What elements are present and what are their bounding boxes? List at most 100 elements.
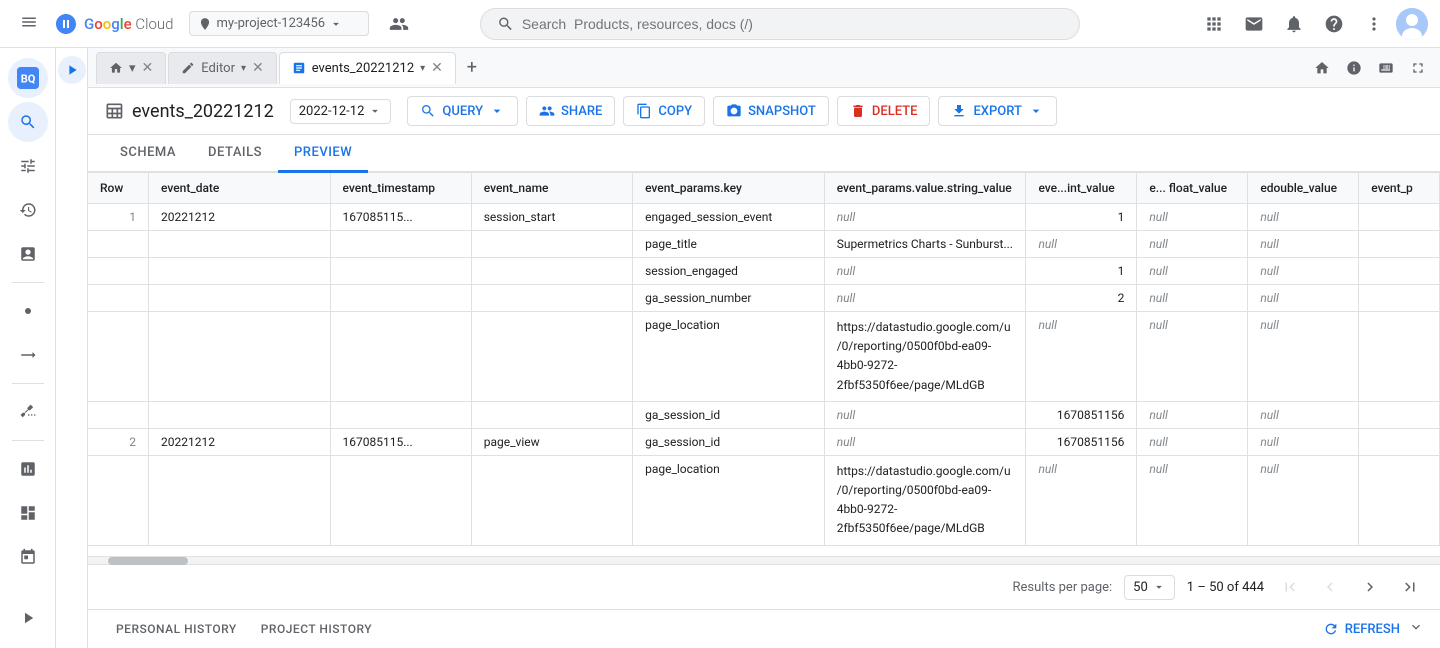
- cell-double-value: null: [1248, 428, 1359, 455]
- col-event-date: event_date: [149, 173, 331, 204]
- share-label: SHARE: [561, 104, 602, 119]
- tab-keyboard-btn[interactable]: [1372, 54, 1400, 82]
- tab-editor-close[interactable]: ✕: [252, 61, 264, 75]
- cell-event-date: 20221212: [149, 428, 331, 455]
- table-area[interactable]: Row event_date event_timestamp event_nam…: [88, 173, 1440, 556]
- sidebar-search-icon[interactable]: [8, 102, 48, 142]
- export-button[interactable]: EXPORT: [938, 96, 1056, 126]
- cell-event-timestamp: [330, 312, 471, 402]
- col-edouble-value: edouble_value: [1248, 173, 1359, 204]
- cell-row-num: 1: [88, 204, 149, 231]
- menu-icon[interactable]: [12, 4, 46, 44]
- search-input[interactable]: [522, 16, 1063, 32]
- tab-home[interactable]: ▾ ✕: [96, 52, 166, 84]
- tab-events-close[interactable]: ✕: [431, 61, 443, 75]
- col-e-float-value: e... float_value: [1137, 173, 1248, 204]
- sidebar-dashboard-icon[interactable]: [8, 493, 48, 533]
- horizontal-scroll-thumb[interactable]: [108, 557, 188, 565]
- sidebar-wrench-icon[interactable]: [8, 392, 48, 432]
- copy-button[interactable]: COPY: [623, 96, 705, 126]
- delete-button[interactable]: DELETE: [837, 96, 931, 126]
- personal-history-tab[interactable]: PERSONAL HISTORY: [104, 618, 249, 640]
- tab-details[interactable]: DETAILS: [192, 135, 278, 173]
- sidebar-sliders-icon[interactable]: [8, 146, 48, 186]
- cell-int-value: 2: [1026, 285, 1137, 312]
- sidebar-history-icon[interactable]: [8, 190, 48, 230]
- cell-string-value: null: [824, 258, 1026, 285]
- cell-event-p: [1359, 401, 1440, 428]
- tab-editor[interactable]: Editor ▾ ✕: [168, 52, 276, 84]
- cell-params-key: ga_session_number: [633, 285, 825, 312]
- top-navbar: Google Cloud my-project-123456: [0, 0, 1440, 48]
- col-event-params-key: event_params.key: [633, 173, 825, 204]
- collapse-button[interactable]: [1408, 619, 1424, 639]
- cell-event-date: [149, 312, 331, 402]
- tab-info-btn[interactable]: [1340, 54, 1368, 82]
- sidebar-bigquery-icon[interactable]: BQ: [8, 58, 48, 98]
- tab-preview[interactable]: PREVIEW: [278, 135, 368, 173]
- more-options-icon[interactable]: [1356, 6, 1392, 42]
- search-bar[interactable]: [480, 8, 1080, 40]
- snapshot-button[interactable]: SNAPSHOT: [713, 96, 829, 126]
- sidebar-pipeline-icon[interactable]: [8, 335, 48, 375]
- refresh-button[interactable]: REFRESH: [1323, 621, 1400, 637]
- query-button[interactable]: QUERY: [407, 96, 518, 126]
- cell-row-num: [88, 455, 149, 545]
- project-history-tab[interactable]: PROJECT HISTORY: [249, 618, 384, 640]
- tab-fullscreen-btn[interactable]: [1404, 54, 1432, 82]
- cell-event-p: [1359, 258, 1440, 285]
- sidebar-analytics-icon[interactable]: [8, 234, 48, 274]
- cell-params-key: page_location: [633, 455, 825, 545]
- horizontal-scrollbar[interactable]: [88, 556, 1440, 564]
- user-avatar[interactable]: [1396, 8, 1428, 40]
- refresh-label: REFRESH: [1345, 622, 1400, 637]
- table-row: page_location https://datastudio.google.…: [88, 312, 1440, 402]
- notifications-icon[interactable]: [1276, 6, 1312, 42]
- cell-int-value: 1670851156: [1026, 401, 1137, 428]
- google-cloud-logo[interactable]: Google Cloud: [54, 12, 173, 36]
- table-title: events_20221212: [132, 101, 274, 122]
- apps-icon[interactable]: [1196, 6, 1232, 42]
- bq-play-icon[interactable]: [58, 56, 86, 84]
- tab-home-close[interactable]: ✕: [142, 61, 154, 75]
- cell-params-key: page_location: [633, 312, 825, 402]
- cell-event-date: [149, 231, 331, 258]
- cell-double-value: null: [1248, 258, 1359, 285]
- delete-label: DELETE: [872, 104, 918, 119]
- page-size-selector[interactable]: 50: [1124, 575, 1175, 600]
- cell-string-value: null: [824, 401, 1026, 428]
- cell-params-key: ga_session_id: [633, 401, 825, 428]
- help-icon[interactable]: [1316, 6, 1352, 42]
- cell-int-value: 1670851156: [1026, 428, 1137, 455]
- sidebar-schedule-icon[interactable]: [8, 537, 48, 577]
- cell-float-value: null: [1137, 285, 1248, 312]
- cell-float-value: null: [1137, 428, 1248, 455]
- table-row: 1 20221212 167085115... session_start en…: [88, 204, 1440, 231]
- cell-event-p: [1359, 285, 1440, 312]
- cell-event-name: [471, 401, 632, 428]
- cell-event-date: [149, 401, 331, 428]
- project-selector[interactable]: my-project-123456: [189, 11, 369, 36]
- col-eve-int-value: eve...int_value: [1026, 173, 1137, 204]
- cell-int-value: null: [1026, 312, 1137, 402]
- pagination-last-btn[interactable]: [1396, 573, 1424, 601]
- share-button[interactable]: SHARE: [526, 96, 615, 126]
- sidebar-dot-icon[interactable]: [8, 291, 48, 331]
- export-label: EXPORT: [973, 104, 1021, 119]
- cell-string-value: https://datastudio.google.com/u /0/repor…: [824, 455, 1026, 545]
- people-icon[interactable]: [381, 6, 417, 42]
- data-table: Row event_date event_timestamp event_nam…: [88, 173, 1440, 546]
- tab-events[interactable]: events_20221212 ▾ ✕: [279, 52, 456, 84]
- date-selector[interactable]: 2022-12-12: [290, 99, 392, 124]
- add-tab-button[interactable]: +: [458, 54, 486, 82]
- pagination-prev-btn[interactable]: [1316, 573, 1344, 601]
- tab-home-btn[interactable]: [1308, 54, 1336, 82]
- cell-event-p: [1359, 231, 1440, 258]
- pagination-first-btn[interactable]: [1276, 573, 1304, 601]
- sidebar-chart-icon[interactable]: [8, 449, 48, 489]
- pagination-next-btn[interactable]: [1356, 573, 1384, 601]
- mail-icon[interactable]: [1236, 6, 1272, 42]
- sidebar-expand-icon[interactable]: [8, 598, 48, 638]
- cell-float-value: null: [1137, 455, 1248, 545]
- tab-schema[interactable]: SCHEMA: [104, 135, 192, 173]
